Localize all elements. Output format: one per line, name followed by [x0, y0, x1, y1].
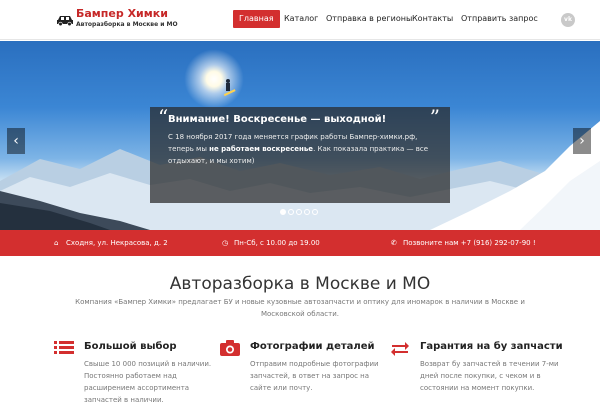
- feature-text: Отправим подробные фотографии запчастей,…: [250, 360, 379, 392]
- phone-info[interactable]: ✆ Позвоните нам +7 (916) 292-07-90 !: [391, 239, 536, 248]
- home-icon: ⌂: [54, 239, 59, 247]
- nav-item-shipping[interactable]: Отправка в регионы: [326, 10, 412, 28]
- slider-dot[interactable]: [296, 209, 302, 215]
- slider-dot[interactable]: [280, 209, 286, 215]
- announcement-box: “ ” Внимание! Воскресенье — выходной! С …: [150, 105, 450, 203]
- phone-icon: ✆: [391, 239, 397, 247]
- slider-dot[interactable]: [288, 209, 294, 215]
- camera-icon: [220, 340, 240, 356]
- nav-item-send-request[interactable]: Отправить запрос: [461, 10, 538, 28]
- feature-title: Фотографии деталей: [250, 341, 375, 352]
- slider-prev-button[interactable]: ‹: [7, 128, 25, 154]
- feature-text: Возврат бу запчастей в течении 7-ми дней…: [420, 360, 559, 392]
- slider-dot[interactable]: [304, 209, 310, 215]
- feature-text: Свыше 10 000 позиций в наличии. Постоянн…: [84, 360, 212, 404]
- quote-close-icon: ”: [429, 105, 440, 129]
- exchange-icon: [391, 342, 409, 356]
- car-icon: [57, 16, 73, 26]
- logo[interactable]: Бампер Химки Авторазборка в Москве и МО: [56, 7, 178, 34]
- nav-item-catalog[interactable]: Каталог: [284, 10, 318, 28]
- announcement-text: С 18 ноября 2017 года меняется график ра…: [168, 133, 429, 165]
- contact-info-bar: ⌂ Сходня, ул. Некрасова, д. 2 ◷ Пн-Сб, с 1…: [0, 230, 600, 256]
- quote-open-icon: “: [158, 105, 169, 129]
- hero-slider: ‹ › “ ” Внимание! Воскресенье — выходной…: [0, 41, 600, 230]
- phone-text[interactable]: Позвоните нам +7 (916) 292-07-90 !: [403, 239, 536, 247]
- address-info: ⌂ Сходня, ул. Некрасова, д. 2: [54, 239, 168, 248]
- vk-icon[interactable]: vk: [561, 13, 575, 27]
- nav-item-home[interactable]: Главная: [233, 10, 280, 28]
- slider-next-button[interactable]: ›: [573, 128, 591, 154]
- hours-text: Пн-Сб, с 10.00 до 19.00: [234, 239, 320, 247]
- site-header: Бампер Химки Авторазборка в Москве и МО …: [0, 0, 600, 40]
- feature-title: Гарантия на бу запчасти: [420, 341, 563, 352]
- clock-icon: ◷: [222, 239, 229, 247]
- logo-subtitle: Авторазборка в Москве и МО: [76, 21, 178, 28]
- list-icon: [54, 341, 74, 354]
- feature-title: Большой выбор: [84, 341, 177, 352]
- nav-item-contacts[interactable]: Контакты: [412, 10, 453, 28]
- page-description: Компания «Бампер Химки» предлагает БУ и …: [75, 298, 525, 318]
- page-title: Авторазборка в Москве и МО: [169, 274, 431, 294]
- slider-dot[interactable]: [312, 209, 318, 215]
- hours-info: ◷ Пн-Сб, с 10.00 до 19.00: [222, 239, 320, 248]
- address-text: Сходня, ул. Некрасова, д. 2: [66, 239, 168, 247]
- logo-title: Бампер Химки: [76, 7, 168, 20]
- announcement-title: Внимание! Воскресенье — выходной!: [168, 114, 387, 125]
